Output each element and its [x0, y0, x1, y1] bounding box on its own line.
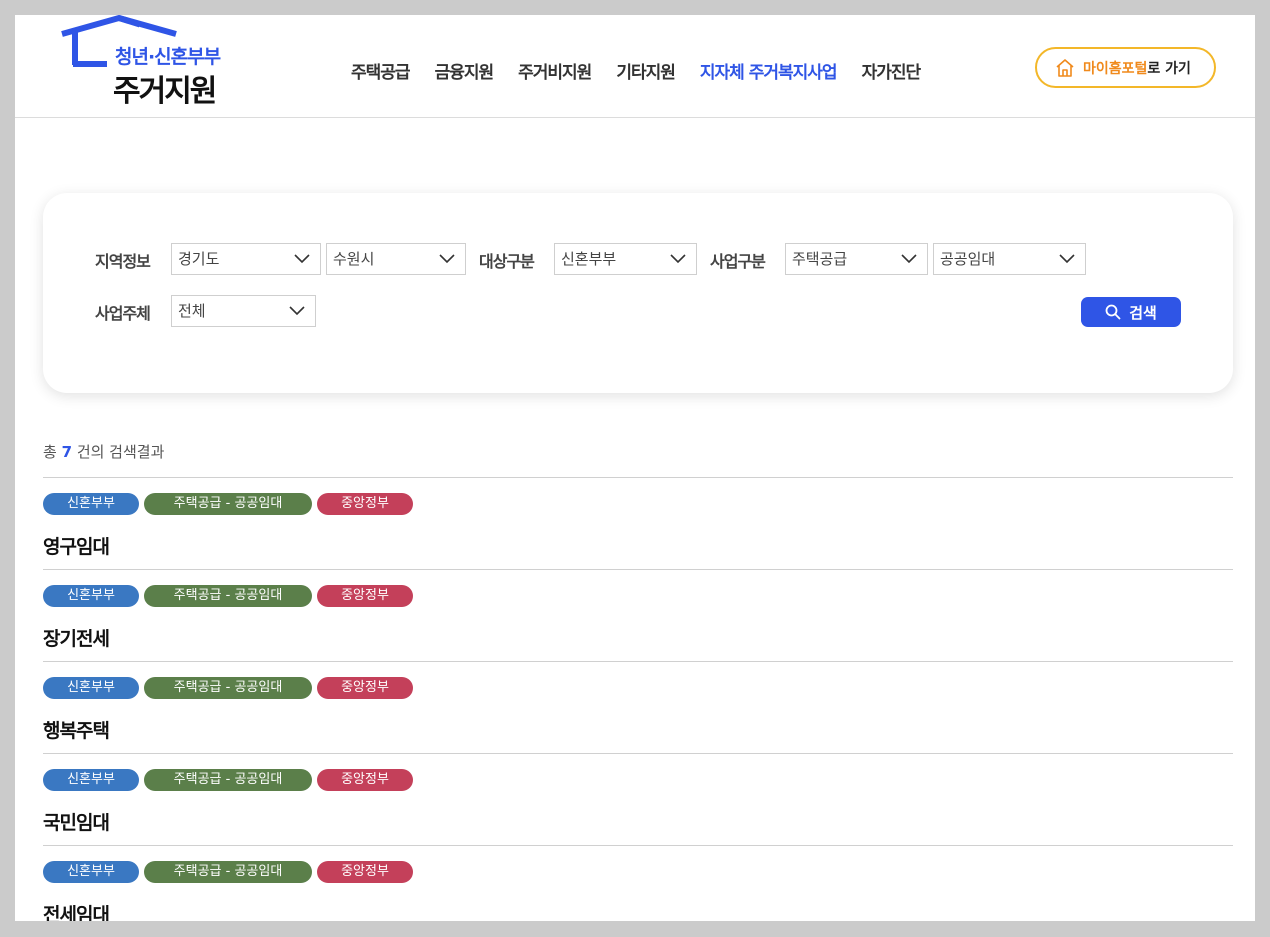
portal-name: 마이홈포털	[1083, 60, 1148, 77]
result-item[interactable]: 신혼부부 주택공급 - 공공임대 중앙정부 전세임대	[43, 845, 1233, 921]
result-count: 총 7 건의 검색결과	[43, 441, 164, 462]
chevron-down-icon	[439, 254, 455, 264]
nav-finance-support[interactable]: 금융지원	[435, 58, 495, 83]
result-list: 신혼부부 주택공급 - 공공임대 중앙정부 영구임대 신혼부부 주택공급 - 공…	[43, 477, 1233, 921]
nav-self-diagnosis[interactable]: 자가진단	[862, 58, 922, 83]
target-tag: 신혼부부	[43, 493, 139, 515]
chevron-down-icon	[289, 306, 305, 316]
nav-housing-cost-support[interactable]: 주거비지원	[518, 58, 592, 83]
result-count-number: 7	[61, 443, 73, 461]
biz-tag: 주택공급 - 공공임대	[144, 769, 312, 791]
result-item[interactable]: 신혼부부 주택공급 - 공공임대 중앙정부 장기전세	[43, 569, 1233, 661]
region-city-select[interactable]: 수원시	[326, 243, 466, 275]
portal-suffix: 로 가기	[1147, 60, 1191, 77]
chevron-down-icon	[670, 254, 686, 264]
org-tag: 중앙정부	[317, 861, 413, 883]
result-title[interactable]: 장기전세	[43, 624, 110, 651]
biz-label: 사업구분	[710, 252, 766, 271]
result-item[interactable]: 신혼부부 주택공급 - 공공임대 중앙정부 국민임대	[43, 753, 1233, 845]
nav-housing-supply[interactable]: 주택공급	[351, 58, 411, 83]
result-title[interactable]: 전세임대	[43, 900, 110, 921]
page: 청년·신혼부부 주거지원 주택공급 금융지원 주거비지원 기타지원 지자체 주거…	[15, 15, 1255, 921]
region-city-value: 수원시	[333, 250, 375, 268]
org-select[interactable]: 전체	[171, 295, 316, 327]
target-tag: 신혼부부	[43, 769, 139, 791]
result-title[interactable]: 영구임대	[43, 532, 110, 559]
result-tags: 신혼부부 주택공급 - 공공임대 중앙정부	[43, 493, 418, 515]
org-tag: 중앙정부	[317, 585, 413, 607]
result-item[interactable]: 신혼부부 주택공급 - 공공임대 중앙정부 영구임대	[43, 477, 1233, 569]
region-label: 지역정보	[95, 252, 151, 271]
chevron-down-icon	[294, 254, 310, 264]
target-tag: 신혼부부	[43, 861, 139, 883]
main-nav: 주택공급 금융지원 주거비지원 기타지원 지자체 주거복지사업 자가진단	[351, 58, 945, 83]
logo-title: 주거지원	[113, 74, 217, 109]
target-value: 신혼부부	[561, 250, 617, 268]
result-tags: 신혼부부 주택공급 - 공공임대 중앙정부	[43, 861, 418, 883]
biz-subtype-select[interactable]: 공공임대	[933, 243, 1086, 275]
biz-tag: 주택공급 - 공공임대	[144, 585, 312, 607]
target-select[interactable]: 신혼부부	[554, 243, 697, 275]
result-item[interactable]: 신혼부부 주택공급 - 공공임대 중앙정부 행복주택	[43, 661, 1233, 753]
search-icon	[1105, 304, 1121, 320]
myhome-portal-button[interactable]: 마이홈포털 로 가기	[1035, 47, 1216, 88]
result-count-prefix: 총	[43, 443, 57, 461]
org-value: 전체	[178, 302, 206, 320]
search-button-label: 검색	[1129, 303, 1157, 322]
org-label: 사업주체	[95, 304, 151, 323]
org-tag: 중앙정부	[317, 493, 413, 515]
biz-tag: 주택공급 - 공공임대	[144, 861, 312, 883]
result-count-suffix: 건의 검색결과	[76, 443, 165, 461]
target-tag: 신혼부부	[43, 677, 139, 699]
result-tags: 신혼부부 주택공급 - 공공임대 중앙정부	[43, 677, 418, 699]
biz-subtype-value: 공공임대	[940, 250, 996, 268]
house-roof-right-icon	[118, 15, 177, 37]
search-panel: 지역정보 경기도 수원시 대상구분 신혼부부 사업구분 주택공급 공공임대 사업…	[43, 193, 1233, 393]
chevron-down-icon	[1059, 254, 1075, 264]
biz-tag: 주택공급 - 공공임대	[144, 677, 312, 699]
nav-local-welfare[interactable]: 지자체 주거복지사업	[700, 58, 838, 83]
region-province-select[interactable]: 경기도	[171, 243, 321, 275]
result-title[interactable]: 국민임대	[43, 808, 110, 835]
org-tag: 중앙정부	[317, 677, 413, 699]
org-tag: 중앙정부	[317, 769, 413, 791]
region-province-value: 경기도	[178, 250, 220, 268]
result-tags: 신혼부부 주택공급 - 공공임대 중앙정부	[43, 585, 418, 607]
site-logo[interactable]: 청년·신혼부부 주거지원	[59, 15, 259, 109]
biz-type-value: 주택공급	[792, 250, 848, 268]
target-tag: 신혼부부	[43, 585, 139, 607]
search-button[interactable]: 검색	[1081, 297, 1181, 327]
result-title[interactable]: 행복주택	[43, 716, 110, 743]
home-icon	[1056, 58, 1074, 77]
site-header: 청년·신혼부부 주거지원 주택공급 금융지원 주거비지원 기타지원 지자체 주거…	[15, 15, 1255, 118]
nav-other-support[interactable]: 기타지원	[616, 58, 676, 83]
result-tags: 신혼부부 주택공급 - 공공임대 중앙정부	[43, 769, 418, 791]
biz-tag: 주택공급 - 공공임대	[144, 493, 312, 515]
logo-subtitle: 청년·신혼부부	[115, 46, 221, 68]
biz-type-select[interactable]: 주택공급	[785, 243, 928, 275]
chevron-down-icon	[901, 254, 917, 264]
target-label: 대상구분	[479, 252, 535, 271]
